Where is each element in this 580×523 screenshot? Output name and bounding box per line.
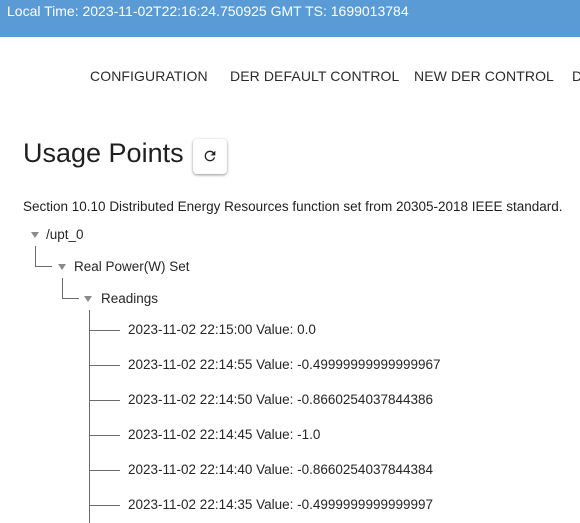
reading-item[interactable]: 2023-11-02 22:14:45 Value: -1.0 — [128, 427, 320, 442]
section-description: Section 10.10 Distributed Energy Resourc… — [23, 199, 563, 214]
tree-node-upt-0[interactable]: /upt_0 — [46, 227, 84, 242]
tab-new-der-control[interactable]: NEW DER CONTROL — [414, 68, 554, 84]
tree-connector-line — [62, 278, 63, 298]
local-time-text: Local Time: 2023-11-02T22:16:24.750925 G… — [7, 3, 409, 19]
tab-configuration[interactable]: CONFIGURATION — [90, 68, 208, 84]
expand-caret-icon[interactable] — [31, 232, 39, 238]
reading-item[interactable]: 2023-11-02 22:14:35 Value: -0.4999999999… — [128, 497, 433, 512]
tree-connector-line — [62, 298, 79, 299]
tree-connector-line — [89, 400, 120, 401]
nav-tabs: CONFIGURATION DER DEFAULT CONTROL NEW DE… — [0, 68, 580, 88]
tree-connector-line — [89, 505, 120, 506]
refresh-button[interactable] — [193, 139, 227, 174]
reading-item[interactable]: 2023-11-02 22:14:55 Value: -0.4999999999… — [128, 357, 441, 372]
reading-item[interactable]: 2023-11-02 22:14:40 Value: -0.8660254037… — [128, 462, 433, 477]
tree-connector-line — [89, 435, 120, 436]
tab-der-default-control[interactable]: DER DEFAULT CONTROL — [230, 68, 399, 84]
tree-connector-line — [89, 310, 90, 523]
tree-node-readings[interactable]: Readings — [101, 291, 158, 306]
tree-connector-line — [89, 365, 120, 366]
expand-caret-icon[interactable] — [84, 296, 92, 302]
tree-connector-line — [89, 330, 120, 331]
tree-connector-line — [35, 246, 36, 266]
tree-node-reading-set[interactable]: Real Power(W) Set — [74, 259, 190, 274]
reading-item[interactable]: 2023-11-02 22:14:50 Value: -0.8660254037… — [128, 392, 433, 407]
tab-overflow[interactable]: D — [572, 68, 580, 84]
tree-connector-line — [35, 266, 52, 267]
reading-item[interactable]: 2023-11-02 22:15:00 Value: 0.0 — [128, 322, 316, 337]
refresh-icon — [204, 150, 216, 162]
expand-caret-icon[interactable] — [58, 264, 66, 270]
tree-connector-line — [89, 470, 120, 471]
page-title: Usage Points — [23, 138, 184, 168]
top-status-bar: Local Time: 2023-11-02T22:16:24.750925 G… — [0, 0, 580, 37]
